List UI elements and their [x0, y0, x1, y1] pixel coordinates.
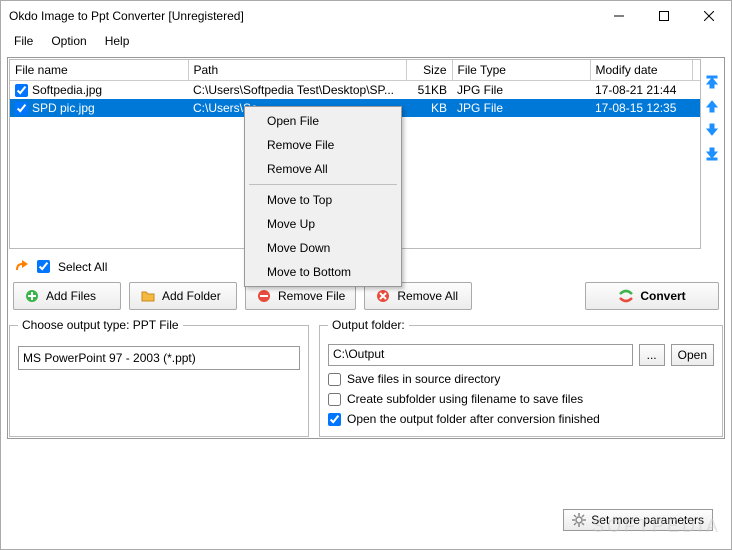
opt-open-after-checkbox[interactable] [328, 413, 341, 426]
cm-move-down[interactable]: Move Down [247, 236, 399, 260]
maximize-button[interactable] [641, 1, 686, 31]
context-menu: Open File Remove File Remove All Move to… [244, 106, 402, 287]
menu-option[interactable]: Option [43, 32, 94, 50]
menu-help[interactable]: Help [97, 32, 138, 50]
output-type-group: Choose output type: PPT File MS PowerPoi… [9, 318, 309, 437]
row-path: C:\Users\Softpedia Test\Desktop\SP... [188, 81, 406, 100]
add-folder-button[interactable]: Add Folder [129, 282, 237, 310]
table-row[interactable]: Softpedia.jpg C:\Users\Softpedia Test\Des… [10, 81, 700, 100]
cm-open-file[interactable]: Open File [247, 109, 399, 133]
folder-icon [140, 288, 156, 304]
output-type-legend: Choose output type: PPT File [18, 318, 183, 332]
up-arrow-icon [13, 257, 29, 276]
select-all-label: Select All [58, 260, 107, 274]
cm-move-top[interactable]: Move to Top [247, 188, 399, 212]
add-folder-label: Add Folder [162, 289, 221, 303]
move-up-icon[interactable] [703, 97, 721, 115]
row-type: JPG File [452, 99, 590, 117]
opt-open-after-label: Open the output folder after conversion … [347, 412, 600, 426]
convert-button[interactable]: Convert [585, 282, 719, 310]
select-all-checkbox[interactable] [37, 260, 50, 273]
title-bar: Okdo Image to Ppt Converter [Unregistere… [1, 1, 731, 31]
add-files-label: Add Files [46, 289, 96, 303]
cm-separator [249, 184, 397, 185]
move-down-icon[interactable] [703, 121, 721, 139]
move-top-icon[interactable] [703, 73, 721, 91]
x-icon [375, 288, 391, 304]
cm-remove-all[interactable]: Remove All [247, 157, 399, 181]
set-more-parameters-button[interactable]: Set more parameters [563, 509, 713, 531]
output-type-value: MS PowerPoint 97 - 2003 (*.ppt) [23, 351, 196, 365]
convert-label: Convert [640, 289, 685, 303]
row-size: 51KB [406, 81, 452, 100]
menu-file[interactable]: File [6, 32, 41, 50]
remove-all-label: Remove All [397, 289, 458, 303]
row-modify: 17-08-21 21:44 [590, 81, 692, 100]
opt-subfolder-checkbox[interactable] [328, 393, 341, 406]
col-header-name[interactable]: File name [10, 60, 188, 81]
minus-icon [256, 288, 272, 304]
set-params-label: Set more parameters [591, 513, 704, 527]
col-header-size[interactable]: Size [406, 60, 452, 81]
gear-icon [572, 513, 586, 527]
col-header-path[interactable]: Path [188, 60, 406, 81]
row-name: SPD pic.jpg [32, 101, 95, 115]
output-folder-group: Output folder: C:\Output ... Open Save f… [319, 318, 723, 437]
output-panels: Choose output type: PPT File MS PowerPoi… [9, 318, 723, 437]
table-header-row: File name Path Size File Type Modify dat… [10, 60, 700, 81]
cm-move-up[interactable]: Move Up [247, 212, 399, 236]
move-bottom-icon[interactable] [703, 145, 721, 163]
add-files-button[interactable]: Add Files [13, 282, 121, 310]
minimize-button[interactable] [596, 1, 641, 31]
convert-icon [618, 288, 634, 304]
window-controls [596, 1, 731, 31]
plus-icon [24, 288, 40, 304]
row-checkbox[interactable] [15, 102, 28, 115]
opt-source-checkbox[interactable] [328, 373, 341, 386]
output-type-select[interactable]: MS PowerPoint 97 - 2003 (*.ppt) [18, 346, 300, 370]
row-name: Softpedia.jpg [32, 83, 102, 97]
col-header-spacer [692, 60, 700, 81]
row-type: JPG File [452, 81, 590, 100]
row-size: KB [406, 99, 452, 117]
cm-move-bottom[interactable]: Move to Bottom [247, 260, 399, 284]
window-title: Okdo Image to Ppt Converter [Unregistere… [9, 9, 596, 23]
reorder-arrows [701, 59, 723, 249]
opt-source-label: Save files in source directory [347, 372, 500, 386]
row-modify: 17-08-15 12:35 [590, 99, 692, 117]
remove-file-label: Remove File [278, 289, 345, 303]
menu-bar: File Option Help [1, 31, 731, 51]
cm-remove-file[interactable]: Remove File [247, 133, 399, 157]
col-header-modify[interactable]: Modify date [590, 60, 692, 81]
output-folder-input[interactable]: C:\Output [328, 344, 633, 366]
output-folder-legend: Output folder: [328, 318, 409, 332]
opt-subfolder-label: Create subfolder using filename to save … [347, 392, 583, 406]
open-folder-button[interactable]: Open [671, 344, 714, 366]
col-header-type[interactable]: File Type [452, 60, 590, 81]
close-button[interactable] [686, 1, 731, 31]
browse-button[interactable]: ... [639, 344, 665, 366]
row-checkbox[interactable] [15, 84, 28, 97]
